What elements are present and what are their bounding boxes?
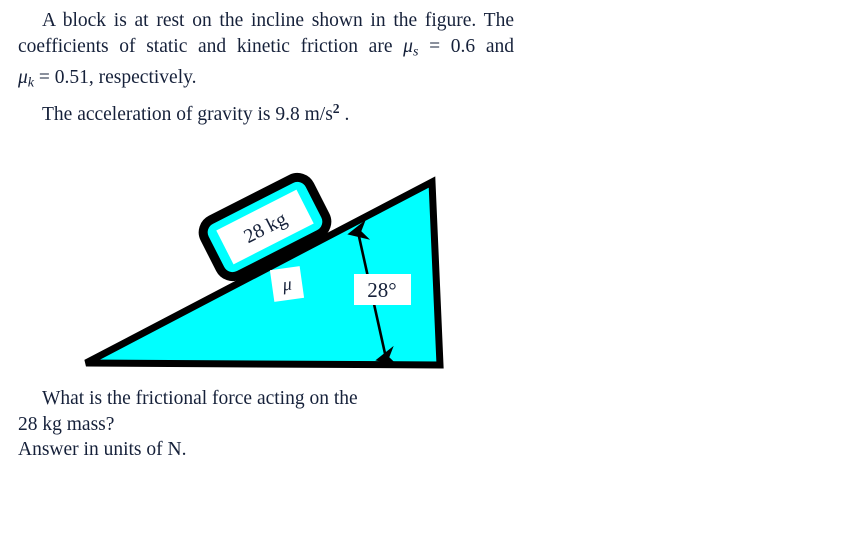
question-line-1: What is the frictional force acting on t… bbox=[42, 388, 358, 409]
gravity-exponent: 2 bbox=[332, 100, 340, 116]
question-line-2: 28 kg mass? bbox=[18, 413, 115, 435]
problem-statement-tail: respectively. bbox=[93, 66, 197, 88]
mu-static-expression: μs = 0.6 bbox=[403, 35, 476, 60]
gravity-statement-end: . bbox=[339, 103, 350, 125]
friction-coefficient-label: μ bbox=[269, 266, 305, 302]
problem-statement: A block is at rest on the incline shown … bbox=[18, 8, 514, 127]
gravity-statement: The acceleration of gravity is 9.8 m/s2 … bbox=[18, 96, 514, 127]
mu-static-value: 0.6 bbox=[450, 35, 476, 57]
mu-kinetic-expression: μk = 0.51, bbox=[18, 66, 94, 91]
mu-kinetic-symbol: μ bbox=[18, 66, 28, 88]
question-block: What is the frictional force acting on t… bbox=[18, 386, 514, 463]
intro-conjunction: and bbox=[475, 35, 515, 57]
angle-label: 28° bbox=[354, 274, 411, 305]
mu-kinetic-value: 0.51, bbox=[54, 66, 94, 88]
mu-static-symbol: μ bbox=[403, 35, 413, 57]
gravity-statement-text: The acceleration of gravity is 9.8 m/s bbox=[42, 103, 333, 125]
mu-static-equals: = bbox=[418, 35, 451, 57]
answer-units-line: Answer in units of N. bbox=[18, 439, 187, 460]
problem-statement-paragraph: A block is at rest on the incline shown … bbox=[18, 8, 514, 96]
problem-page: A block is at rest on the incline shown … bbox=[0, 0, 866, 556]
angle-label-text: 28° bbox=[367, 278, 396, 302]
incline-figure: μ 28 kg 28° bbox=[0, 160, 560, 385]
mu-kinetic-equals: = bbox=[34, 66, 55, 88]
